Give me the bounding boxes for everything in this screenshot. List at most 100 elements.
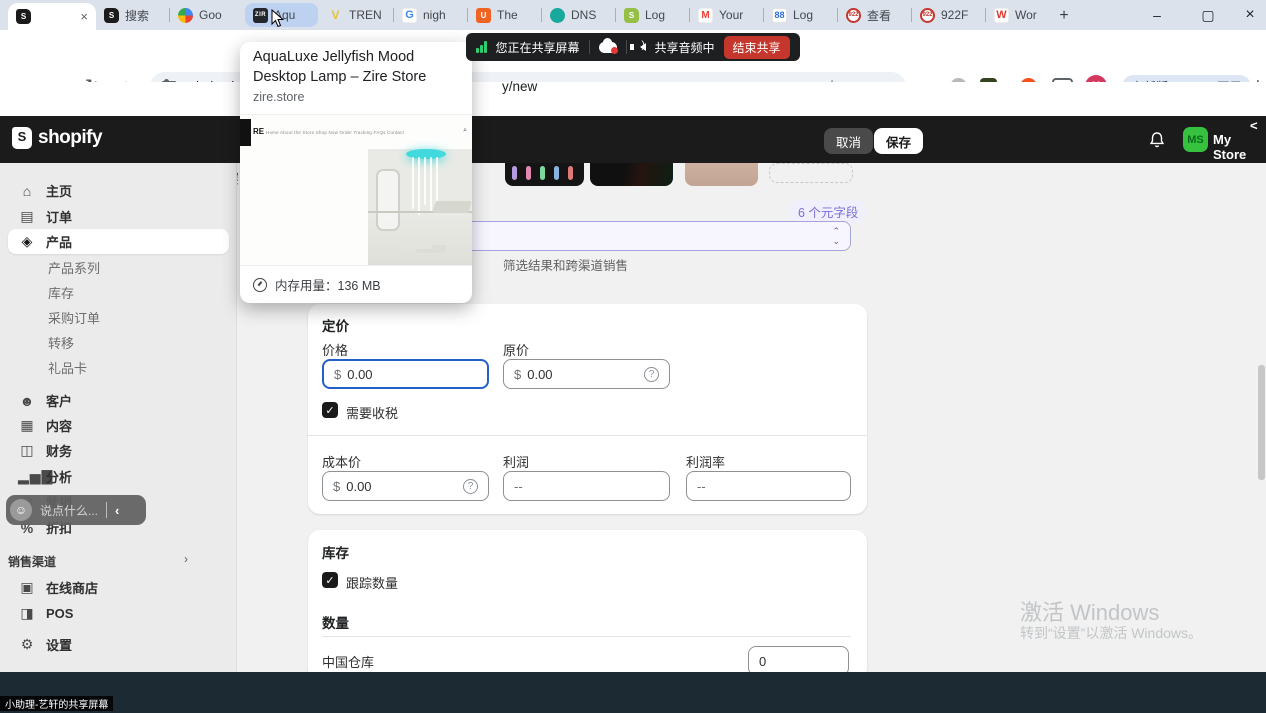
- compare-price-input[interactable]: $ 0.00 ?: [503, 359, 670, 389]
- tab-word[interactable]: W Wor: [986, 0, 1059, 30]
- add-media-dropzone[interactable]: [769, 163, 853, 183]
- product-media-thumbnail[interactable]: [590, 163, 673, 186]
- tab-922-view[interactable]: 922 查看: [838, 0, 911, 30]
- profit-input[interactable]: --: [503, 471, 670, 501]
- audio-sharing-text: 共享音频中: [655, 39, 715, 56]
- sales-channels-expand-icon[interactable]: ›: [184, 552, 188, 566]
- tab-gmail[interactable]: M Your: [690, 0, 763, 30]
- margin-label: 利润率: [686, 452, 725, 471]
- sidebar-item-orders[interactable]: ▤ 订单: [8, 204, 229, 229]
- preview-nav-links: Home About the Store Shop Now Order Trac…: [266, 130, 456, 135]
- pos-icon: ◨: [18, 605, 36, 622]
- new-tab-button[interactable]: +: [1052, 4, 1076, 28]
- sidebar-item-customers[interactable]: ☻ 客户: [8, 388, 229, 413]
- shopify-green-favicon: S: [624, 8, 639, 23]
- sidebar-item-gift-cards[interactable]: 礼品卡: [48, 358, 87, 377]
- store-name: My Store: [1213, 132, 1266, 162]
- signal-bars-icon: [476, 41, 487, 53]
- save-button[interactable]: 保存: [874, 128, 923, 154]
- preview-product-image: [368, 149, 472, 266]
- sidebar-item-pos[interactable]: ◨ POS: [8, 601, 229, 626]
- collapse-chevron-icon[interactable]: <: [1250, 118, 1258, 133]
- shopify-header: [0, 116, 1266, 163]
- zire-favicon: ZIR: [253, 8, 268, 23]
- window-minimize-button[interactable]: –: [1137, 0, 1177, 30]
- sidebar-item-content[interactable]: ▦ 内容: [8, 413, 229, 438]
- margin-input[interactable]: --: [686, 471, 851, 501]
- tab-google[interactable]: Goo: [170, 0, 243, 30]
- track-quantity-label: 跟踪数量: [346, 573, 398, 592]
- u-favicon: U: [476, 8, 491, 23]
- tab-search[interactable]: S 搜索: [96, 0, 169, 30]
- scrollbar-thumb[interactable]: [1258, 365, 1265, 480]
- sidebar-item-settings[interactable]: ⚙ 设置: [8, 632, 229, 657]
- chat-input-placeholder[interactable]: 说点什么...: [40, 502, 98, 519]
- track-quantity-checkbox[interactable]: ✓: [322, 572, 338, 588]
- sidebar-item-inventory[interactable]: 库存: [48, 283, 74, 302]
- inventory-card: 库存 ✓ 跟踪数量 数量 中国仓库 0: [308, 530, 867, 680]
- pricing-card: 定价 价格 原价 $ 0.00 $ 0.00 ? ✓ 需要收税 成本价 利润 利…: [308, 304, 867, 514]
- help-icon[interactable]: ?: [644, 367, 659, 382]
- ring-favicon: [178, 8, 193, 23]
- tab-the[interactable]: U The: [468, 0, 541, 30]
- store-avatar[interactable]: MS: [1183, 127, 1208, 152]
- sidebar-item-analytics[interactable]: ▂▅▇ 分析: [8, 464, 229, 489]
- tab-night[interactable]: G nigh: [394, 0, 467, 30]
- divider: [322, 636, 851, 637]
- shopify-bag-icon: [12, 127, 32, 149]
- sidebar-item-online-store[interactable]: ▣ 在线商店: [8, 575, 229, 600]
- quantity-heading: 数量: [322, 612, 349, 632]
- window-maximize-button[interactable]: ▢: [1188, 0, 1228, 30]
- chat-collapse-icon[interactable]: ‹: [115, 503, 119, 518]
- tab-logo2[interactable]: 88 Log: [764, 0, 837, 30]
- window-close-button[interactable]: ×: [1230, 0, 1266, 30]
- sidebar-item-collections[interactable]: 产品系列: [48, 258, 100, 277]
- sidebar-item-transfers[interactable]: 转移: [48, 333, 74, 352]
- preview-logo-text: RE: [253, 127, 264, 136]
- settings-gear-icon: ⚙: [18, 636, 36, 653]
- product-media-thumbnail[interactable]: [685, 163, 758, 186]
- help-icon[interactable]: ?: [463, 479, 478, 494]
- tab-922[interactable]: 922 922F: [912, 0, 985, 30]
- tab-logo1[interactable]: S Log: [616, 0, 689, 30]
- sidebar-item-purchase-orders[interactable]: 采购订单: [48, 308, 100, 327]
- divider: [106, 502, 107, 518]
- wps-favicon: W: [994, 8, 1009, 23]
- gmail-favicon: M: [698, 8, 713, 23]
- sidebar-item-finance[interactable]: ◫ 财务: [8, 438, 229, 463]
- tab-dns[interactable]: DNS: [542, 0, 615, 30]
- charge-tax-label: 需要收税: [346, 403, 398, 422]
- popup-page-preview: RE Home About the Store Shop Now Order T…: [240, 114, 472, 266]
- notifications-bell-icon[interactable]: [1148, 131, 1166, 149]
- category-hint-text: 筛选结果和跨渠道销售: [503, 255, 628, 274]
- charge-tax-checkbox[interactable]: ✓: [322, 402, 338, 418]
- tab-shopify-active[interactable]: S ×: [8, 3, 96, 30]
- chat-avatar-icon: ☺: [10, 499, 32, 521]
- price-input[interactable]: $ 0.00: [322, 359, 489, 389]
- select-up-icon: ⌃: [832, 226, 840, 236]
- chat-widget[interactable]: ☺ 说点什么... ‹: [6, 495, 146, 525]
- compare-price-label: 原价: [503, 340, 529, 359]
- cancel-button[interactable]: 取消: [824, 128, 873, 154]
- stop-sharing-button[interactable]: 结束共享: [724, 36, 790, 59]
- meeting-app-icon: [599, 42, 617, 53]
- select-down-icon: ⌄: [832, 236, 840, 246]
- cost-input[interactable]: $ 0.00 ?: [322, 471, 489, 501]
- online-store-icon: ▣: [18, 579, 36, 596]
- sidebar-item-home[interactable]: ⌂ 主页: [8, 178, 229, 203]
- sidebar-item-products[interactable]: ◈ 产品: [8, 229, 229, 254]
- tab-trend[interactable]: V TREN: [320, 0, 393, 30]
- tab-close-icon[interactable]: ×: [80, 9, 88, 24]
- shopify-favicon: S: [104, 8, 119, 23]
- 922-favicon: 922: [920, 8, 935, 23]
- dns-favicon: [550, 8, 565, 23]
- screen: S × S 搜索 Goo ZIR Aqu V TREN G ni: [0, 0, 1266, 713]
- metafields-link[interactable]: 6 个元字段: [790, 200, 866, 223]
- bookmarks-bar: 雪糕资源网 - 全网... 藏宝湾网游 读-最新发表 真牛... 最后纪元 恐怖…: [0, 82, 1266, 116]
- preview-logo-block: [240, 119, 251, 146]
- product-media-thumbnail[interactable]: [505, 163, 584, 186]
- popup-url: zire.store: [253, 90, 304, 104]
- shopify-favicon: S: [16, 9, 31, 24]
- popup-memory-usage: 内存用量：136 MB: [275, 275, 381, 294]
- sharing-text: 您正在共享屏幕: [496, 39, 580, 56]
